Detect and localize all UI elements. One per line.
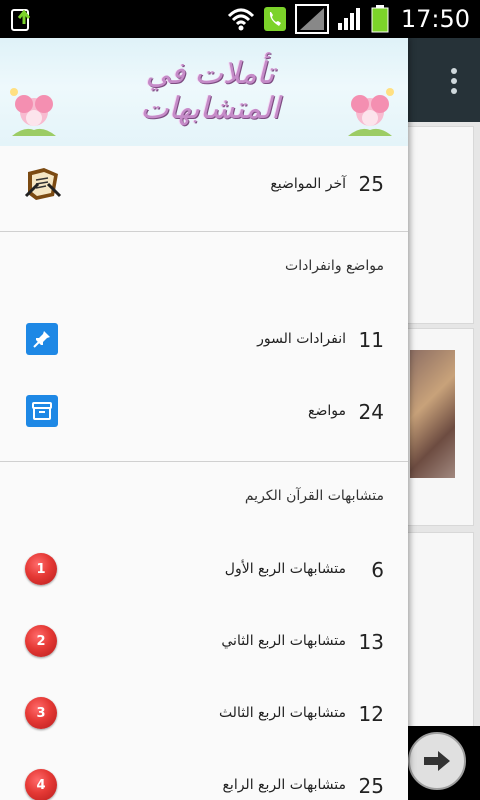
quran-book-icon — [24, 168, 62, 200]
upload-notification-icon — [11, 9, 31, 31]
drawer-header-banner: تأملات في المتشابهات — [0, 38, 408, 146]
background-card-image — [410, 350, 455, 478]
flower-decoration-icon — [10, 88, 56, 136]
status-bar: 17:50 — [0, 0, 480, 38]
nav-item-quarter-2[interactable]: 2 13 متشابهات الربع الثاني — [0, 608, 408, 678]
item-label: انفرادات السور — [257, 331, 346, 347]
number-badge-icon: 3 — [25, 697, 57, 729]
app-logo-title: تأملات في المتشابهات — [140, 56, 280, 126]
flower-decoration-icon — [348, 88, 394, 136]
next-arrow-button[interactable] — [408, 732, 466, 790]
pin-icon — [26, 323, 58, 355]
wifi-icon — [227, 8, 254, 31]
section-title: متشابهات القرآن الكريم — [244, 488, 384, 504]
item-label: متشابهات الربع الثاني — [221, 633, 346, 649]
number-badge-icon: 4 — [25, 769, 57, 800]
item-count: 12 — [358, 702, 384, 726]
nav-item-places[interactable]: 24 مواضع — [0, 378, 408, 448]
item-label: متشابهات الربع الثالث — [218, 705, 346, 721]
latest-count: 25 — [358, 172, 384, 196]
section-title: مواضع وانفرادات — [285, 258, 384, 274]
item-count: 6 — [371, 558, 384, 582]
archive-icon — [26, 395, 58, 427]
phone-icon — [263, 7, 286, 31]
nav-item-quarter-1[interactable]: 1 6 متشابهات الربع الأول — [0, 536, 408, 606]
item-label: متشابهات الربع الرابع — [222, 777, 346, 793]
item-count: 24 — [358, 400, 384, 424]
number-badge-icon: 2 — [25, 625, 57, 657]
nav-item-surah-unique[interactable]: 11 انفرادات السور — [0, 306, 408, 376]
item-count: 25 — [358, 774, 384, 798]
navigation-drawer: تأملات في المتشابهات 25 آخر المواضيع موا… — [0, 38, 408, 800]
overflow-menu-icon[interactable] — [450, 68, 458, 94]
latest-label: آخر المواضيع — [270, 176, 346, 192]
arrow-right-icon — [424, 751, 450, 771]
item-count: 11 — [358, 328, 384, 352]
signal-bars-icon — [337, 8, 360, 30]
nav-item-quarter-3[interactable]: 3 12 متشابهات الربع الثالث — [0, 680, 408, 750]
divider — [0, 461, 408, 462]
nav-item-quarter-4[interactable]: 4 25 متشابهات الربع الرابع — [0, 752, 408, 800]
divider — [0, 231, 408, 232]
item-label: متشابهات الربع الأول — [224, 561, 346, 577]
battery-icon — [371, 5, 389, 33]
signal-icon — [294, 4, 329, 34]
clock: 17:50 — [400, 5, 470, 33]
item-count: 13 — [358, 630, 384, 654]
number-badge-icon: 1 — [25, 553, 57, 585]
nav-item-latest[interactable]: 25 آخر المواضيع — [0, 146, 408, 232]
item-label: مواضع — [308, 403, 346, 419]
status-icons: 17:50 — [227, 4, 470, 34]
